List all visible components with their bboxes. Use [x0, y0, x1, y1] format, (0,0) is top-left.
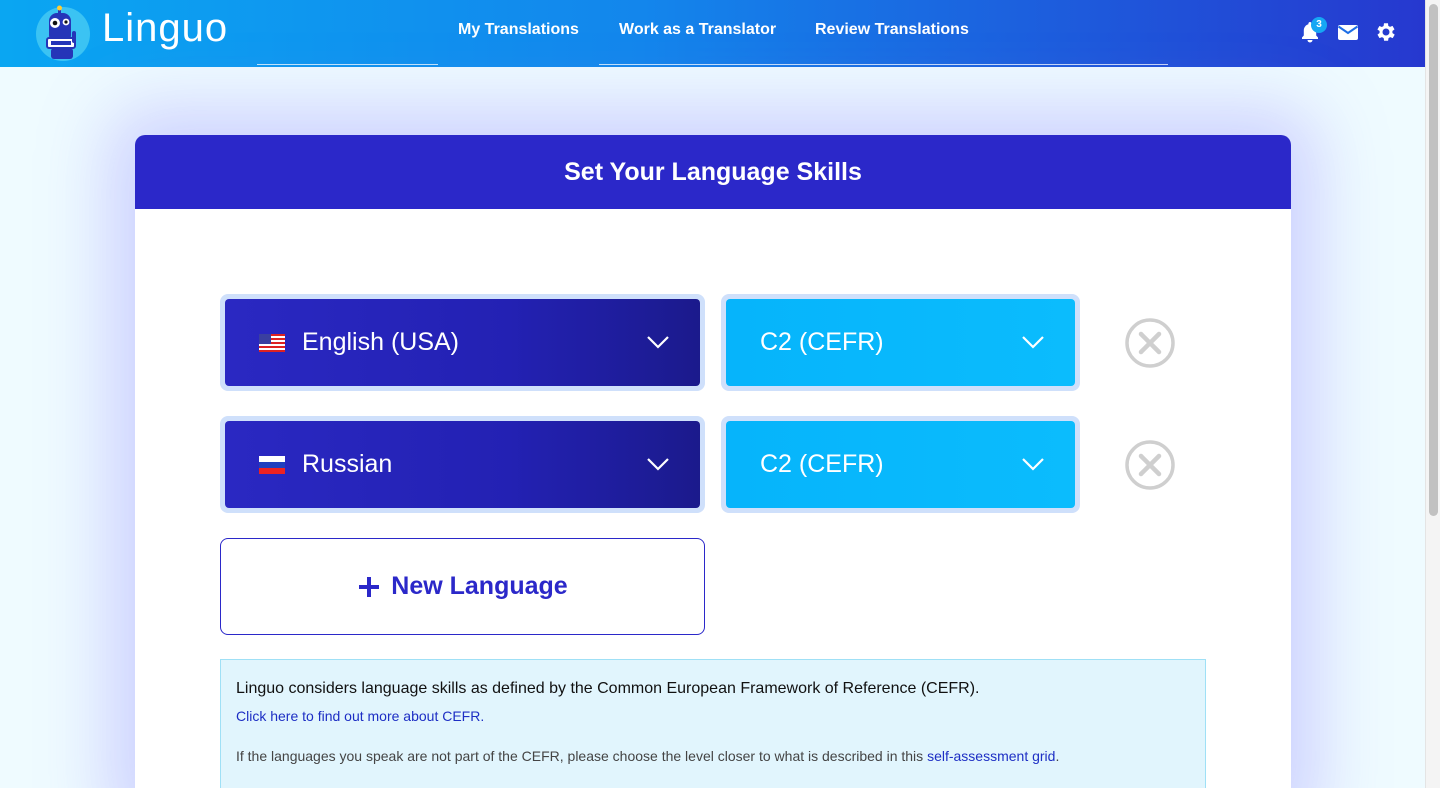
language-select-wrap-1: English (USA)	[220, 294, 705, 391]
plus-icon	[359, 576, 380, 597]
language-select-1[interactable]: English (USA)	[225, 299, 700, 386]
level-label-1: C2 (CEFR)	[760, 328, 884, 356]
new-language-button[interactable]: New Language	[220, 538, 705, 635]
level-select-2[interactable]: C2 (CEFR)	[726, 421, 1075, 508]
nav-review-translations[interactable]: Review Translations	[815, 21, 969, 39]
chevron-down-icon	[647, 335, 669, 349]
new-language-label: New Language	[391, 572, 568, 600]
scrollbar-thumb[interactable]	[1429, 4, 1438, 516]
self-assessment-paragraph: If the languages you speak are not part …	[236, 748, 1190, 764]
chevron-down-icon	[1022, 335, 1044, 349]
cefr-info-text: Linguo considers language skills as defi…	[236, 680, 980, 697]
language-select-2[interactable]: Russian	[225, 421, 700, 508]
language-select-wrap-2: Russian	[220, 416, 705, 513]
cefr-info-box: Linguo considers language skills as defi…	[220, 659, 1206, 788]
language-label-2: Russian	[302, 450, 393, 478]
page-scrollbar[interactable]	[1425, 0, 1440, 788]
level-select-wrap-1: C2 (CEFR)	[721, 294, 1080, 391]
nav-divider-right	[599, 64, 1168, 65]
nav-divider-left	[257, 64, 438, 65]
us-flag-icon	[259, 333, 285, 352]
level-select-1[interactable]: C2 (CEFR)	[726, 299, 1075, 386]
page-title: Set Your Language Skills	[135, 135, 1291, 209]
self-assessment-text: If the languages you speak are not part …	[236, 748, 928, 764]
linguo-robot-logo[interactable]	[33, 5, 93, 63]
gear-icon[interactable]	[1374, 20, 1398, 44]
nav-my-translations[interactable]: My Translations	[458, 21, 579, 39]
cefr-more-info-link[interactable]: Click here to find out more about CEFR.	[236, 708, 484, 724]
app-name: Linguo	[102, 6, 229, 50]
top-bar: Linguo My Translations Work as a Transla…	[0, 0, 1425, 67]
level-label-2: C2 (CEFR)	[760, 450, 884, 478]
ru-flag-icon	[259, 455, 285, 474]
self-assessment-grid-link[interactable]: self-assessment grid	[927, 748, 1055, 764]
self-assessment-end: .	[1055, 748, 1060, 764]
language-label-1: English (USA)	[302, 328, 459, 356]
chevron-down-icon	[647, 457, 669, 471]
level-select-wrap-2: C2 (CEFR)	[721, 416, 1080, 513]
envelope-icon[interactable]	[1336, 20, 1360, 44]
nav-work-as-translator[interactable]: Work as a Translator	[619, 21, 776, 39]
remove-language-1-icon[interactable]	[1124, 317, 1176, 369]
remove-language-2-icon[interactable]	[1124, 439, 1176, 491]
notification-count-badge: 3	[1311, 17, 1327, 33]
chevron-down-icon	[1022, 457, 1044, 471]
